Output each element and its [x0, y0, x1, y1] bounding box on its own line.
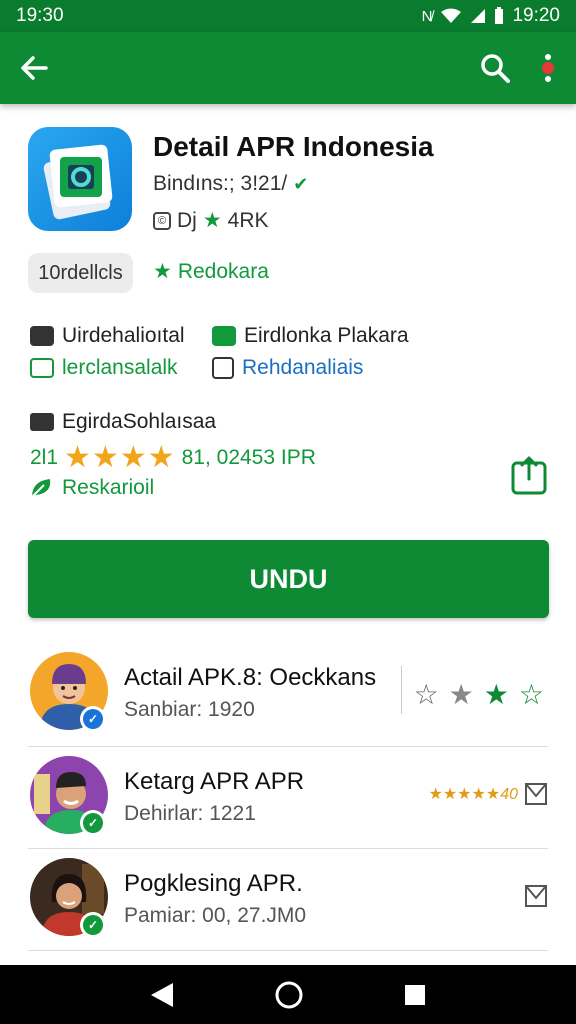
editors-choice[interactable]: ★ Redokara — [153, 259, 269, 284]
card-icon — [30, 326, 54, 346]
star-icon: ★ — [202, 209, 222, 232]
more-vert-icon[interactable] — [540, 53, 556, 83]
card-icon — [30, 413, 54, 431]
check-box-icon — [30, 358, 54, 378]
search-icon[interactable] — [480, 53, 510, 83]
list-item-subtitle: Dehirlar: 1221 — [124, 802, 256, 825]
app-icon — [28, 127, 132, 231]
wifi-icon — [441, 8, 462, 23]
avatar-badge: ✓ — [80, 810, 106, 836]
app-meta-rating: © Dj ★ 4RK — [153, 208, 269, 233]
list-item-actions — [524, 884, 548, 908]
dismiss-icon[interactable] — [524, 782, 548, 806]
star-icon: ★ — [448, 679, 478, 710]
nfc-icon: N̸ — [421, 7, 433, 25]
dismiss-icon[interactable] — [524, 884, 548, 908]
feature-item-1: Uirdehalioıtal — [30, 324, 185, 348]
feature-label: Uirdehalioıtal — [62, 324, 185, 347]
rating-row: 2l1 ★★★★ 81, 02453 IPR — [30, 440, 316, 475]
avatar-badge: ✓ — [80, 912, 106, 938]
empty-box-icon — [212, 357, 234, 379]
list-item-title: Pogklesing APR. — [124, 870, 303, 897]
list-item[interactable]: ✓ Actail APK.8: Oeckkans Sanbiar: 1920 ☆… — [0, 652, 576, 756]
star-icon: ★ — [153, 260, 172, 283]
feature-label: Eirdlonka Plakara — [244, 324, 409, 347]
mini-rating: ★★★★★40 — [428, 784, 518, 804]
list-item-title: Ketarg APR APR — [124, 768, 305, 795]
list-item[interactable]: ✓ Pogklesing APR. Pamiar: 00, 27.JM0 — [0, 858, 576, 962]
app-meta-line-2: Dj — [177, 208, 197, 232]
signal-icon — [471, 9, 486, 23]
leaf-icon — [31, 479, 51, 498]
list-item-subtitle: Pamiar: 00, 27.JM0 — [124, 904, 307, 927]
section-title: EgirdaSohlaısaa — [62, 410, 217, 433]
app-meta-line-1: Bindıns:; 3!21/ — [153, 172, 288, 195]
list-item-title: Actail APK.8: Oeckkans — [124, 664, 377, 691]
status-time-left: 19:30 — [16, 5, 64, 26]
rating-stars: ★★★★ — [64, 441, 176, 474]
rating-text: 81, 02453 IPR — [181, 445, 316, 469]
nav-home-icon[interactable] — [274, 980, 304, 1010]
app-bar — [0, 32, 576, 104]
mini-stars: ★★★★★ — [428, 786, 501, 803]
divider — [28, 746, 548, 747]
mini-rating-label: 40 — [500, 786, 518, 803]
divider — [28, 950, 548, 951]
nav-back-icon[interactable] — [149, 981, 175, 1009]
section-header: EgirdaSohlaısaa — [30, 410, 216, 434]
rating-stars[interactable]: ☆ ★ ★ ☆ — [414, 678, 548, 711]
check-icon: ✓ — [83, 709, 103, 729]
recommended-row: Reskarioil — [30, 476, 154, 500]
check-icon: ✓ — [83, 813, 103, 833]
recommended-label: Reskarioil — [62, 476, 155, 499]
share-icon[interactable] — [510, 455, 548, 495]
feature-label: Rehdanaliais — [242, 356, 364, 379]
feature-item-3: lerclansalalk — [30, 356, 178, 380]
app-meta-rating-value: 4RK — [227, 208, 269, 232]
install-button[interactable]: UNDU — [28, 540, 549, 618]
status-time-right: 19:20 — [512, 5, 560, 26]
editors-choice-label: Redokara — [177, 259, 269, 283]
star-outline-icon: ☆ — [413, 679, 443, 710]
star-outline-icon: ☆ — [518, 679, 548, 710]
list-item[interactable]: ✓ Ketarg APR APR Dehirlar: 1221 ★★★★★40 — [0, 756, 576, 860]
list-item-actions: ★★★★★40 — [428, 782, 548, 806]
feature-item-4: Rehdanaliais — [212, 356, 363, 380]
battery-icon — [495, 7, 504, 24]
rating-prefix: 2l1 — [30, 445, 59, 469]
divider — [401, 666, 402, 714]
navigation-bar — [0, 965, 576, 1024]
app-meta-developer: Bindıns:; 3!21/ ✔ — [153, 172, 308, 196]
status-icons: N̸ 19:20 — [422, 5, 560, 27]
arrow-left-icon[interactable] — [20, 54, 48, 82]
star-icon: ★ — [483, 679, 513, 710]
category-chip[interactable]: 10rdellcls — [28, 253, 133, 293]
nav-recents-icon[interactable] — [403, 983, 427, 1007]
avatar-badge: ✓ — [80, 706, 106, 732]
list-item-subtitle: Sanbiar: 1920 — [124, 698, 255, 721]
divider — [28, 848, 548, 849]
mail-icon — [212, 326, 236, 346]
status-bar: 19:30 N̸ 19:20 — [0, 0, 576, 32]
feature-item-2: Eirdlonka Plakara — [212, 324, 409, 348]
app-title: Detail APR Indonesia — [153, 131, 434, 162]
check-icon: ✓ — [83, 915, 103, 935]
feature-label: lerclansalalk — [62, 356, 178, 379]
verified-icon: ✔ — [293, 173, 309, 194]
content-rating-icon: © — [153, 211, 171, 230]
